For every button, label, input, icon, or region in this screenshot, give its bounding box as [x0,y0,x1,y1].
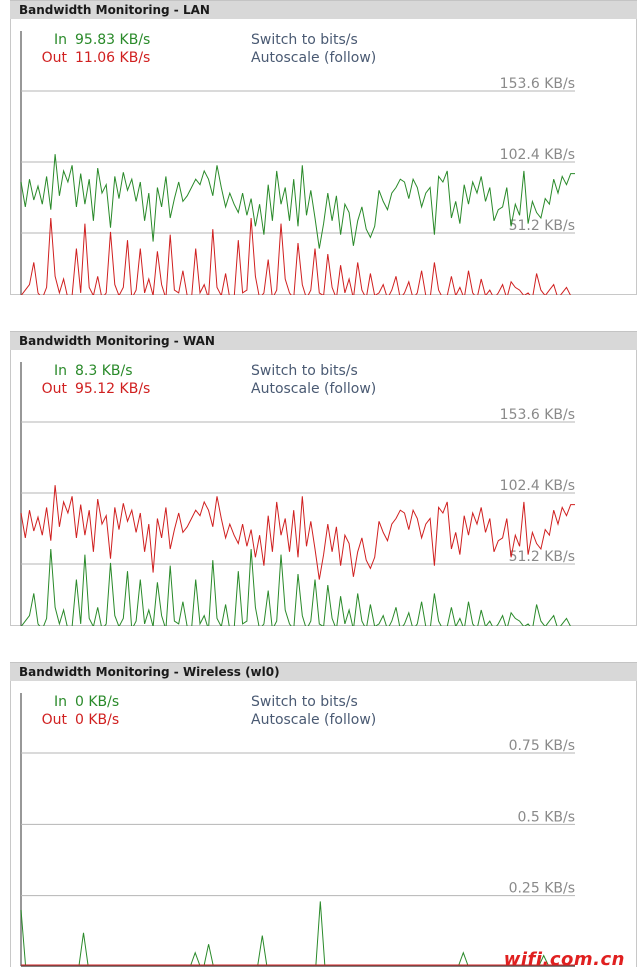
y-tick-label: 102.4 KB/s [500,147,575,163]
series-line-in [20,901,575,966]
panel-title: Bandwidth Monitoring - WAN [10,331,637,350]
y-tick-label: 51.2 KB/s [509,218,575,234]
y-tick-label: 102.4 KB/s [500,478,575,494]
panel-title: Bandwidth Monitoring - LAN [10,0,637,19]
series-line-in [20,154,575,249]
watermark-text: wifi.com.cn [503,949,625,970]
y-tick-label: 0.75 KB/s [509,738,575,754]
bandwidth-chart: 51.2 KB/s 102.4 KB/s 153.6 KB/s [20,31,575,295]
bandwidth-chart: 51.2 KB/s 102.4 KB/s 153.6 KB/s [20,362,575,626]
series-line-out [20,217,571,295]
panel-body: In 0 KB/s Out 0 KB/s Switch to bits/s Au… [10,681,637,967]
series-line-in [20,548,571,626]
y-tick-label: 51.2 KB/s [509,549,575,565]
y-tick-label: 153.6 KB/s [500,407,575,423]
panel-title: Bandwidth Monitoring - Wireless (wl0) [10,662,637,681]
panel-body: In 8.3 KB/s Out 95.12 KB/s Switch to bit… [10,350,637,626]
panel-body: In 95.83 KB/s Out 11.06 KB/s Switch to b… [10,19,637,295]
bandwidth-chart: 0.25 KB/s 0.5 KB/s 0.75 KB/s [20,693,575,967]
y-tick-label: 0.5 KB/s [517,809,575,825]
y-tick-label: 153.6 KB/s [500,76,575,92]
series-line-out [20,485,575,580]
y-tick-label: 0.25 KB/s [509,881,575,897]
